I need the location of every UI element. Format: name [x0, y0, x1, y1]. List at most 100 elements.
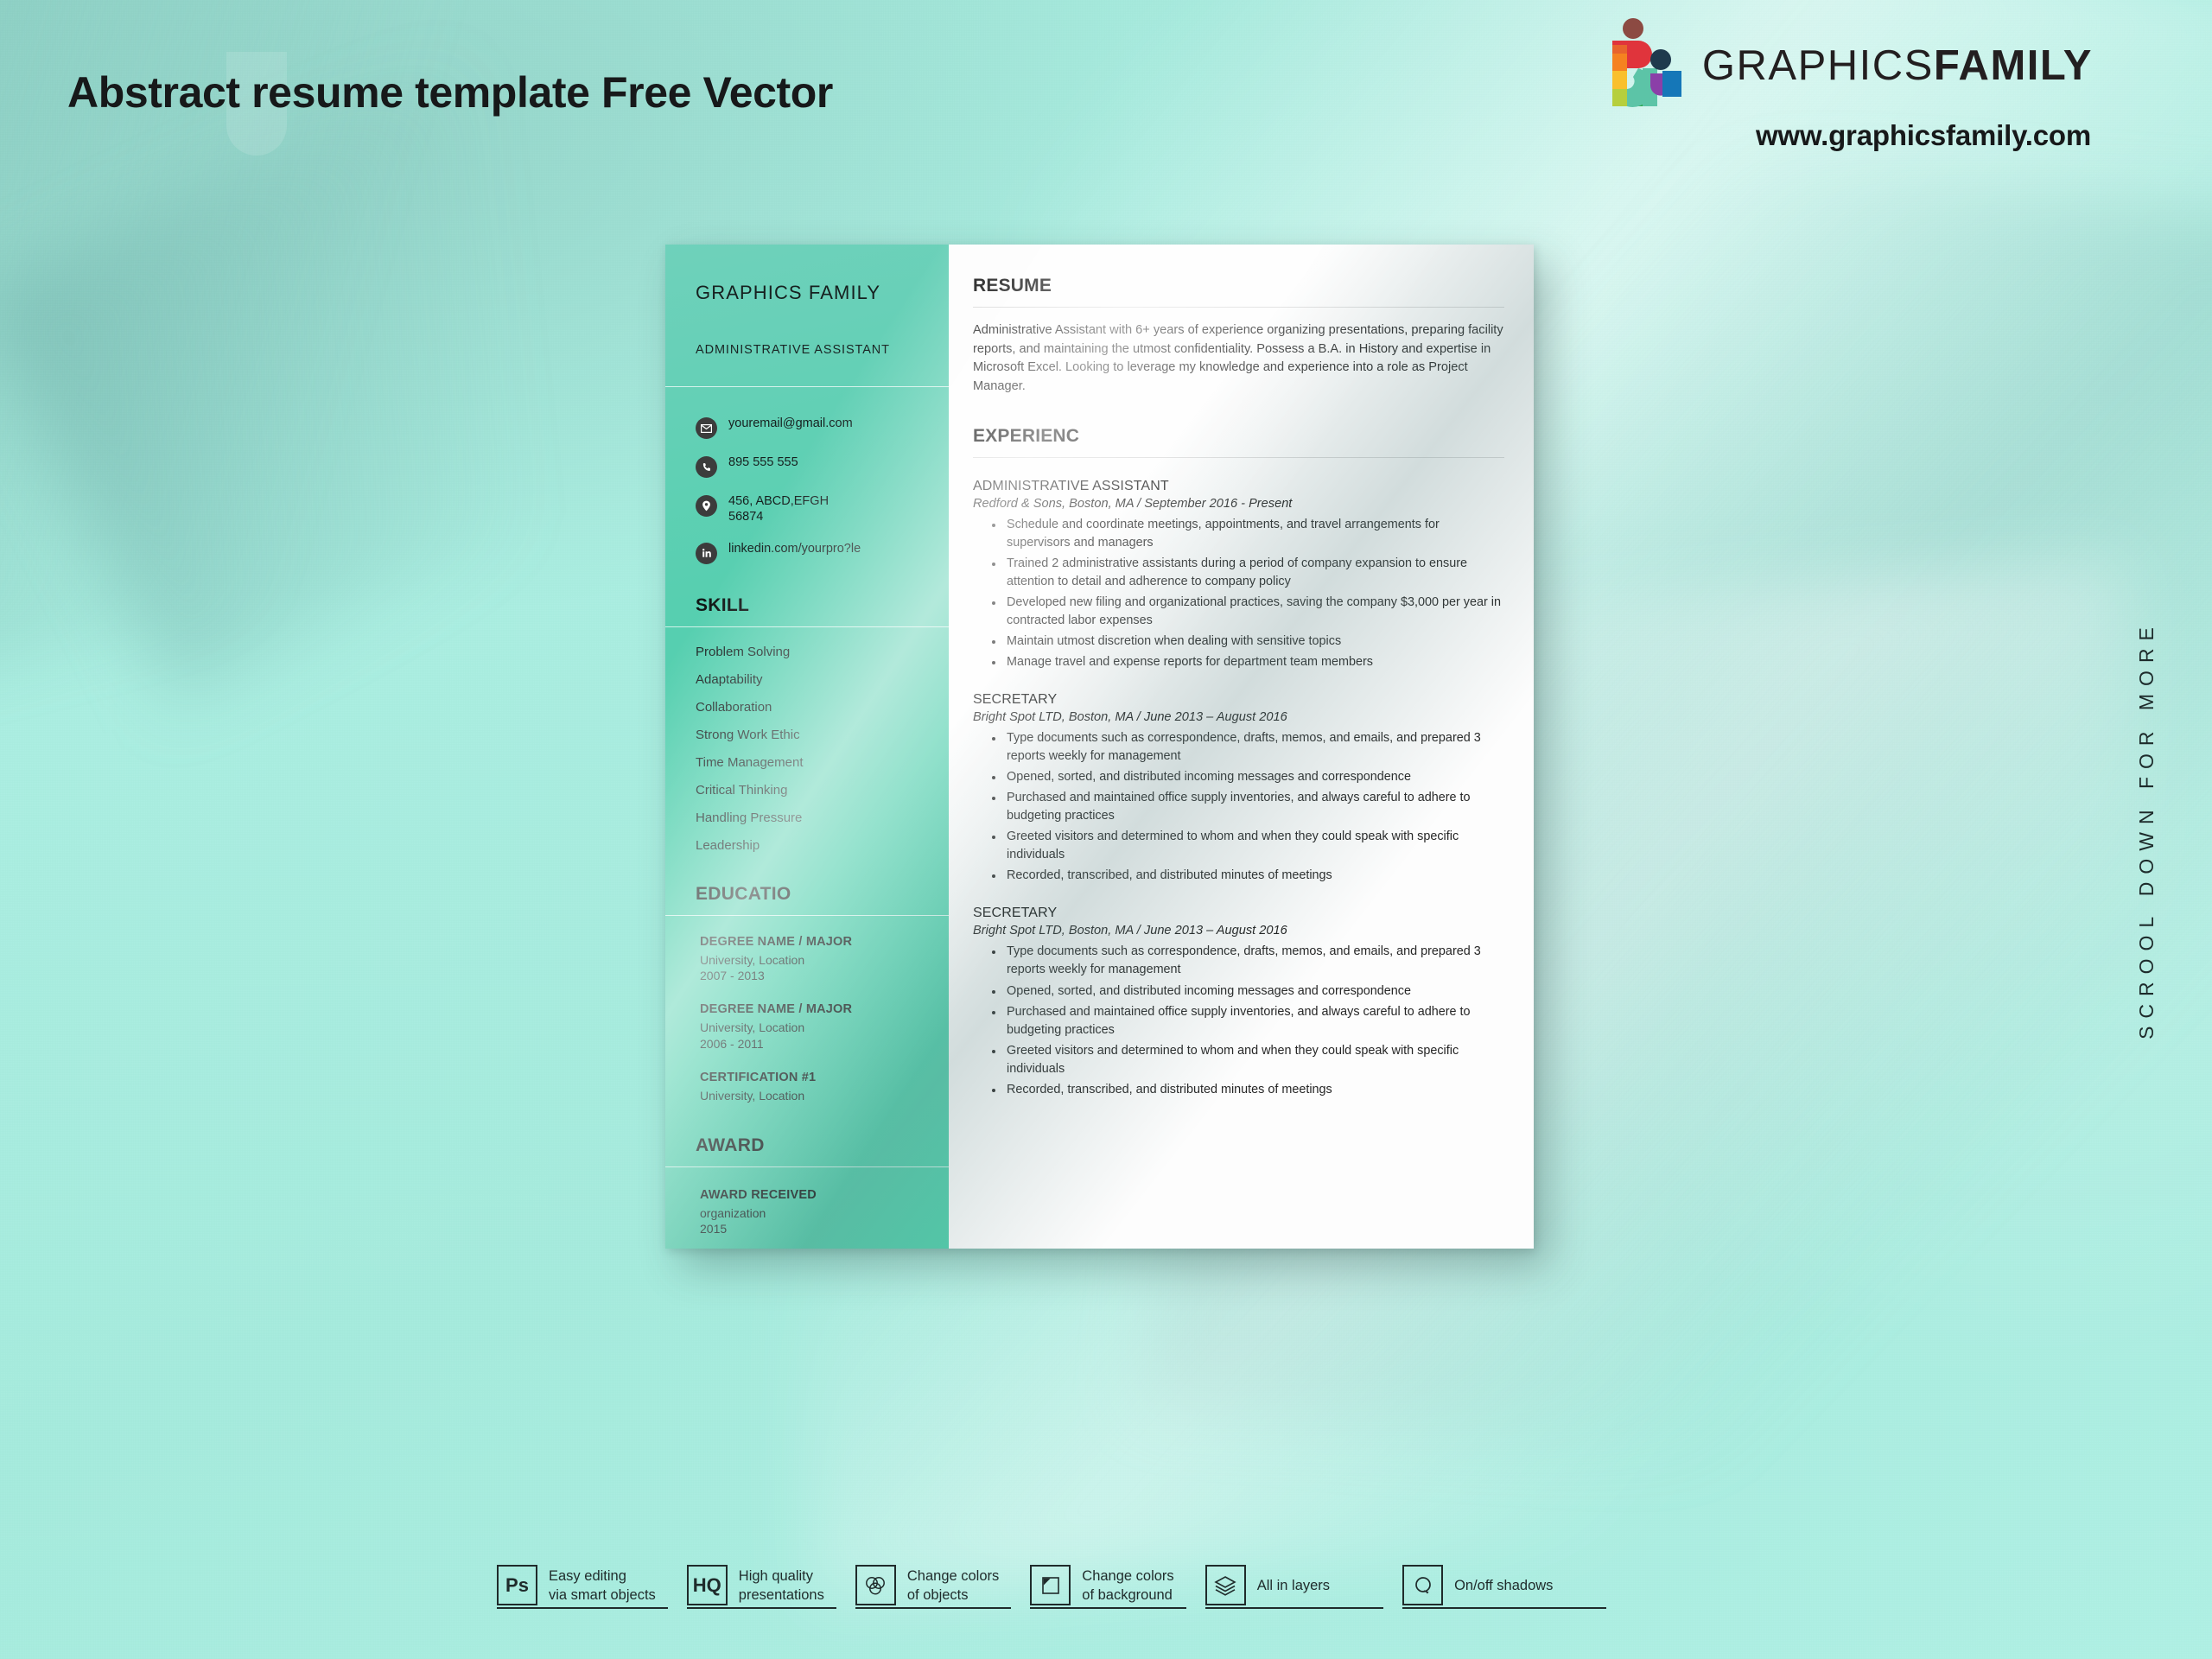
skill-item: Strong Work Ethic	[696, 727, 800, 742]
feature-label: High quality presentations	[738, 1568, 824, 1603]
education-item: DEGREE NAME / MAJOR University, Location…	[700, 935, 949, 984]
experience-meta: Bright Spot LTD, Boston, MA / June 2013 …	[973, 924, 1287, 938]
email-icon	[696, 417, 717, 440]
brand-wordmark: GRAPHICSFAMILY	[1702, 41, 2093, 90]
experience-item: ADMINISTRATIVE ASSISTANT Redford & Sons,…	[973, 479, 1504, 671]
contact-address-text: 456, ABCD,EFGH 56874	[728, 494, 830, 524]
phone-icon	[696, 456, 717, 479]
feature-label: Change colors of objects	[906, 1568, 1000, 1603]
background-square-icon	[1030, 1565, 1071, 1605]
feature-label: Easy editing via smart objects	[549, 1568, 656, 1603]
award-title: AWARD RECEIVED	[700, 1187, 817, 1202]
skill-list: Problem Solving Adaptability Collaborati…	[665, 627, 949, 853]
experience-meta: Redford & Sons, Boston, MA / September 2…	[973, 496, 1293, 511]
contact-item-email: youremail@gmail.com	[696, 416, 949, 440]
skill-item: Collaboration	[696, 699, 772, 715]
experience-bullets: Type documents such as correspondence, d…	[973, 729, 1504, 885]
education-heading: EDUCATIO	[696, 883, 791, 904]
photoshop-badge-icon: Ps	[497, 1565, 537, 1605]
experience-bullet: Type documents such as correspondence, d…	[973, 943, 1504, 979]
color-circles-icon	[855, 1565, 896, 1605]
high-quality-badge-icon: HQ	[686, 1565, 728, 1605]
award-year: 2015	[700, 1222, 728, 1236]
resume-candidate-role: ADMINISTRATIVE ASSISTANT	[696, 343, 890, 358]
experience-bullet: Developed new filing and organizational …	[973, 594, 1504, 630]
brand-row: GRAPHICSFAMILY	[1611, 17, 2093, 114]
experience-bullet: Maintain utmost discretion when dealing …	[973, 632, 1504, 651]
feature-item-change-background-colors: Change colors of background	[1030, 1565, 1186, 1609]
education-years: 2007 - 2013	[700, 969, 765, 982]
skill-item: Adaptability	[696, 671, 763, 687]
skill-section: SKILL Problem Solving Adaptability Colla…	[665, 595, 949, 853]
award-list: AWARD RECEIVED organization 2015	[665, 1167, 949, 1237]
linkedin-icon	[696, 542, 717, 564]
education-section: EDUCATIO DEGREE NAME / MAJOR University,…	[665, 884, 949, 1104]
experience-bullet: Greeted visitors and determined to whom …	[973, 1042, 1504, 1078]
feature-item-easy-editing: Ps Easy editing via smart objects	[497, 1565, 668, 1609]
education-title: DEGREE NAME / MAJOR	[700, 1002, 853, 1017]
experience-role: ADMINISTRATIVE ASSISTANT	[973, 478, 1169, 493]
experience-bullets: Type documents such as correspondence, d…	[973, 943, 1504, 1098]
experience-heading: EXPERIENC	[973, 425, 1080, 446]
feature-bar: Ps Easy editing via smart objects HQ Hig…	[497, 1565, 1607, 1609]
experience-bullet: Recorded, transcribed, and distributed m…	[973, 1081, 1504, 1099]
brand-name-bold: FAMILY	[1933, 42, 2093, 89]
skill-heading: SKILL	[696, 594, 750, 615]
page-title: Abstract resume template Free Vector	[67, 68, 833, 117]
graphicsfamily-logo-icon	[1611, 17, 1687, 114]
experience-bullet: Opened, sorted, and distributed incoming…	[973, 982, 1504, 1001]
location-pin-icon	[696, 495, 717, 518]
feature-item-high-quality: HQ High quality presentations	[686, 1565, 836, 1609]
experience-item: SECRETARY Bright Spot LTD, Boston, MA / …	[973, 906, 1504, 1098]
skill-item: Problem Solving	[696, 644, 791, 659]
feature-item-onoff-shadows: On/off shadows	[1402, 1565, 1607, 1609]
brand-block: GRAPHICSFAMILY www.graphicsfamily.com	[1611, 17, 2093, 152]
shadow-toggle-icon	[1402, 1565, 1444, 1605]
brand-url: www.graphicsfamily.com	[1755, 119, 2091, 151]
experience-item: SECRETARY Bright Spot LTD, Boston, MA / …	[973, 692, 1504, 885]
main-divider-experience	[973, 456, 1504, 458]
award-heading: AWARD	[696, 1135, 765, 1155]
experience-bullet: Greeted visitors and determined to whom …	[973, 828, 1504, 864]
feature-label: All in layers	[1256, 1577, 1331, 1593]
skill-item: Handling Pressure	[696, 810, 803, 825]
experience-bullet: Opened, sorted, and distributed incoming…	[973, 768, 1504, 786]
resume-candidate-name: GRAPHICS FAMILY	[696, 282, 881, 303]
resume-heading: RESUME	[973, 276, 1052, 296]
education-item: DEGREE NAME / MAJOR University, Location…	[700, 1002, 949, 1052]
education-years: 2006 - 2011	[700, 1036, 764, 1051]
education-title: DEGREE NAME / MAJOR	[700, 934, 853, 949]
contact-item-address: 456, ABCD,EFGH 56874	[696, 494, 949, 524]
contact-email-text: youremail@gmail.com	[728, 416, 853, 431]
education-place: University, Location	[700, 1089, 805, 1103]
brand-name-thin: GRAPHICS	[1701, 42, 1934, 89]
experience-bullets: Schedule and coordinate meetings, appoin…	[973, 516, 1504, 671]
contact-list: youremail@gmail.com 895 555 555 456, ABC…	[665, 387, 949, 564]
experience-bullet: Manage travel and expense reports for de…	[973, 653, 1504, 671]
scroll-down-note: SCROOL DOWN FOR MORE	[2135, 620, 2158, 1039]
experience-bullet: Purchased and maintained office supply i…	[973, 789, 1504, 825]
feature-label: On/off shadows	[1454, 1577, 1554, 1593]
experience-bullet: Recorded, transcribed, and distributed m…	[973, 867, 1504, 885]
feature-item-change-object-colors: Change colors of objects	[855, 1565, 1012, 1609]
contact-item-linkedin: linkedin.com/yourpro?le	[696, 542, 949, 564]
feature-item-all-in-layers: All in layers	[1205, 1565, 1384, 1609]
experience-meta: Bright Spot LTD, Boston, MA / June 2013 …	[973, 710, 1287, 725]
layers-icon	[1205, 1565, 1246, 1605]
contact-item-phone: 895 555 555	[696, 455, 949, 479]
education-item: CERTIFICATION #1 University, Location	[700, 1071, 949, 1103]
main-divider-resume	[973, 307, 1504, 308]
contact-linkedin-text: linkedin.com/yourpro?le	[728, 541, 861, 556]
education-list: DEGREE NAME / MAJOR University, Location…	[665, 916, 949, 1104]
skill-item: Critical Thinking	[696, 782, 788, 798]
resume-summary: Administrative Assistant with 6+ years o…	[973, 323, 1503, 394]
award-organization: organization	[700, 1205, 766, 1220]
experience-bullet: Purchased and maintained office supply i…	[973, 1003, 1504, 1039]
skill-item: Time Management	[696, 754, 804, 770]
experience-bullet: Type documents such as correspondence, d…	[973, 729, 1504, 766]
feature-label: Change colors of background	[1082, 1568, 1174, 1603]
education-place: University, Location	[700, 1020, 805, 1035]
experience-role: SECRETARY	[973, 906, 1058, 921]
experience-role: SECRETARY	[973, 692, 1058, 708]
skill-item: Leadership	[696, 837, 760, 853]
